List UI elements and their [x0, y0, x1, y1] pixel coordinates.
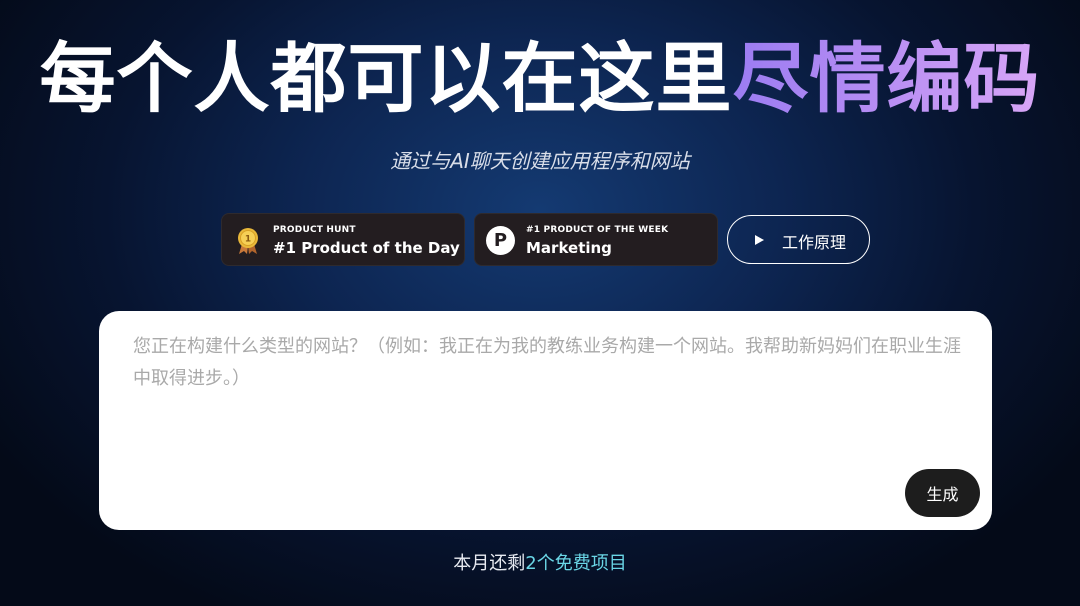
generate-button[interactable]: 生成 [905, 469, 980, 517]
hero-title-plain: 每个人都可以在这里 [39, 34, 733, 123]
badge-small-label: #1 PRODUCT OF THE WEEK [526, 225, 669, 235]
badge-small-label: PRODUCT HUNT [273, 225, 356, 235]
medal-number: 1 [245, 235, 251, 245]
quota-highlight: 2个免费项目 [525, 553, 627, 574]
play-icon [755, 235, 764, 245]
how-it-works-button[interactable]: 工作原理 [727, 215, 870, 264]
quota-prefix: 本月还剩 [453, 553, 526, 574]
gold-medal-icon: 1 [238, 228, 258, 254]
website-prompt-input[interactable] [133, 331, 973, 471]
how-it-works-label: 工作原理 [782, 235, 847, 252]
product-hunt-p-icon: P [486, 226, 515, 255]
product-week-badge[interactable]: P #1 PRODUCT OF THE WEEK Marketing [474, 213, 718, 266]
badge-big-label: #1 Product of the Day [273, 239, 460, 257]
free-quota-text: 本月还剩2个免费项目 [0, 551, 1080, 577]
prompt-card: 生成 [99, 311, 992, 530]
product-hunt-day-badge[interactable]: 1 PRODUCT HUNT #1 Product of the Day [221, 213, 465, 266]
hero-subtitle: 通过与AI聊天创建应用程序和网站 [390, 149, 690, 173]
hero-title: 每个人都可以在这里尽情编码 [0, 34, 1080, 124]
badge-big-label: Marketing [526, 239, 612, 257]
hero-title-accent: 尽情编码 [732, 34, 1041, 123]
